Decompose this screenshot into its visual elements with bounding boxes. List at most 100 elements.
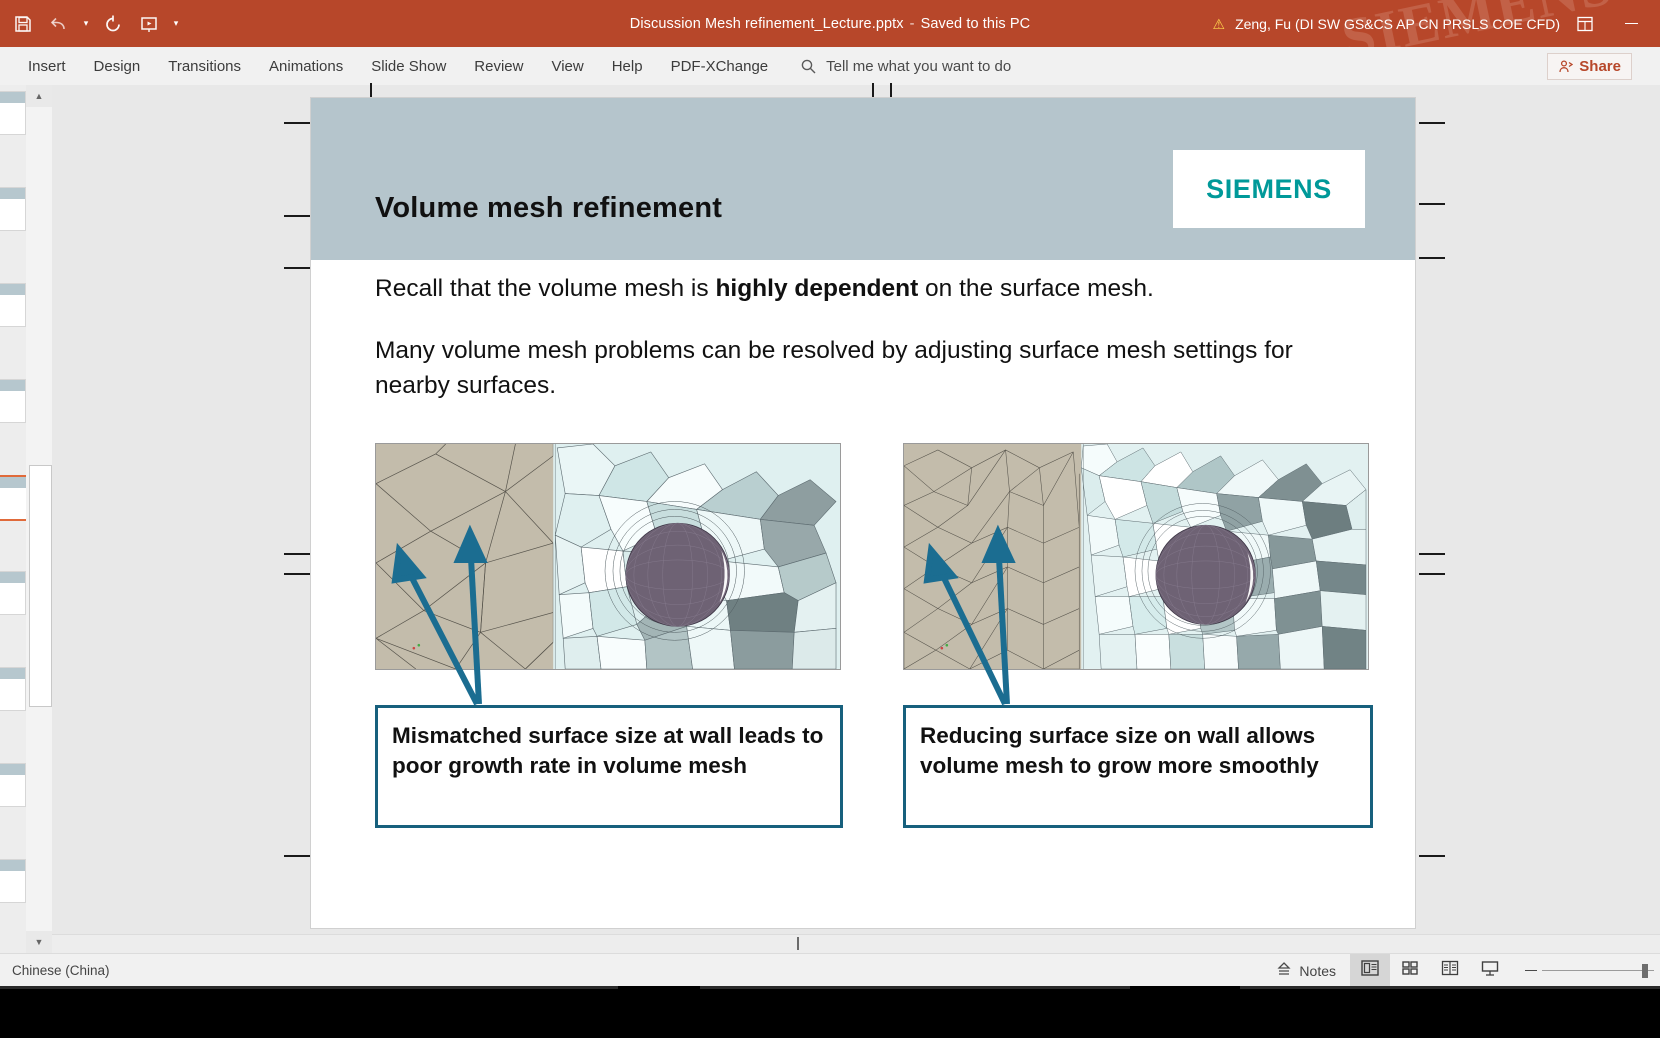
tab-design[interactable]: Design: [80, 54, 155, 79]
guide-mark: [1419, 573, 1445, 575]
guide-mark: [1419, 257, 1445, 259]
horizontal-scrollbar[interactable]: [52, 934, 1660, 953]
slideshow-view-icon: [1480, 959, 1500, 982]
tab-transitions[interactable]: Transitions: [154, 54, 255, 79]
guide-mark: [284, 855, 310, 857]
share-button[interactable]: Share: [1547, 52, 1632, 80]
slide-sorter-icon: [1400, 959, 1420, 982]
slide-thumbnail-pane[interactable]: [0, 85, 26, 953]
tell-me-placeholder: Tell me what you want to do: [826, 57, 1012, 75]
guide-mark: [1419, 122, 1445, 124]
redo-icon[interactable]: [96, 7, 130, 41]
slide-editing-area[interactable]: Volume mesh refinement SIEMENS Recall th…: [52, 83, 1660, 953]
list-item[interactable]: [0, 187, 26, 231]
title-bar-right: ⚠ Zeng, Fu (DI SW GS&CS AP CN PRSLS COE …: [1213, 0, 1660, 47]
chevron-down-icon[interactable]: ▼: [26, 931, 52, 953]
customize-qat-icon[interactable]: ▾: [168, 7, 184, 41]
share-person-icon: [1558, 59, 1574, 74]
status-bar: Chinese (China) Notes: [0, 953, 1660, 1038]
guide-mark: [1419, 203, 1445, 205]
thumbnail-scrollbar[interactable]: ▲ ▼: [26, 85, 53, 953]
list-item[interactable]: [0, 283, 26, 327]
list-item-selected[interactable]: [0, 475, 26, 521]
user-account-label[interactable]: Zeng, Fu (DI SW GS&CS AP CN PRSLS COE CF…: [1235, 16, 1560, 32]
list-item[interactable]: [0, 571, 26, 615]
view-slide-sorter[interactable]: [1390, 954, 1430, 987]
document-title: Discussion Mesh refinement_Lecture.pptx: [629, 15, 904, 32]
title-bar: SIEMENS ▾ ▾ Discussion Mesh refinement_L…: [0, 0, 1660, 47]
quick-access-toolbar: ▾ ▾: [0, 7, 184, 41]
paragraph-1-part-3: on the surface mesh.: [918, 275, 1154, 302]
scrollbar-thumb[interactable]: [29, 465, 52, 707]
list-item[interactable]: [0, 859, 26, 903]
tab-review[interactable]: Review: [460, 54, 537, 79]
callout-right[interactable]: Reducing surface size on wall allows vol…: [903, 705, 1373, 828]
list-item[interactable]: [0, 667, 26, 711]
paragraph-2: Many volume mesh problems can be resolve…: [375, 336, 1293, 399]
mesh-graphic: [376, 444, 840, 669]
paragraph-1-emphasis: highly dependent: [715, 275, 919, 302]
powerpoint-window: SIEMENS ▾ ▾ Discussion Mesh refinement_L…: [0, 0, 1660, 1038]
view-slideshow[interactable]: [1470, 954, 1510, 987]
status-bar-right: Notes: [1262, 954, 1660, 987]
list-item[interactable]: [0, 91, 26, 135]
text-cursor: [797, 937, 799, 950]
tab-animations[interactable]: Animations: [255, 54, 357, 79]
save-icon[interactable]: [6, 7, 40, 41]
chevron-up-icon[interactable]: ▲: [26, 85, 52, 107]
guide-mark: [284, 267, 310, 269]
workspace: ▲ ▼ Volume mesh refinement SIEMENS Recal…: [0, 83, 1660, 953]
guide-mark: [284, 122, 310, 124]
page-title[interactable]: Volume mesh refinement: [375, 192, 722, 225]
ribbon-tab-bar: Insert Design Transitions Animations Sli…: [0, 47, 1660, 86]
zoom-slider-handle[interactable]: [1642, 963, 1648, 978]
minimize-icon[interactable]: [1610, 9, 1652, 39]
notes-label: Notes: [1299, 962, 1336, 979]
view-reading[interactable]: [1430, 954, 1470, 987]
title-separator: -: [909, 15, 915, 32]
tab-insert[interactable]: Insert: [14, 54, 80, 79]
slide-body-text[interactable]: Recall that the volume mesh is highly de…: [375, 272, 1335, 430]
ribbon-tabs: Insert Design Transitions Animations Sli…: [0, 54, 782, 79]
guide-mark: [284, 573, 310, 575]
slide-canvas[interactable]: Volume mesh refinement SIEMENS Recall th…: [310, 97, 1416, 929]
mesh-graphic: [904, 444, 1368, 669]
share-label: Share: [1579, 57, 1621, 75]
os-taskbar: [0, 986, 1660, 1038]
reading-view-icon: [1440, 959, 1460, 982]
notes-icon: [1276, 961, 1292, 980]
callout-left[interactable]: Mismatched surface size at wall leads to…: [375, 705, 843, 828]
mesh-image-mismatched[interactable]: [375, 443, 841, 670]
list-item[interactable]: [0, 379, 26, 423]
guide-mark: [1419, 553, 1445, 555]
ribbon-overflow-icon[interactable]: [1636, 54, 1648, 78]
share-area: Share: [1547, 47, 1648, 85]
tab-help[interactable]: Help: [598, 54, 657, 79]
tab-pdf-xchange[interactable]: PDF-XChange: [657, 54, 783, 79]
notes-button[interactable]: Notes: [1262, 961, 1350, 980]
language-indicator[interactable]: Chinese (China): [0, 963, 110, 978]
undo-icon[interactable]: [42, 7, 76, 41]
tell-me-search[interactable]: Tell me what you want to do: [800, 58, 1011, 75]
zoom-slider[interactable]: [1542, 963, 1654, 978]
siemens-logo: SIEMENS: [1173, 150, 1365, 228]
search-icon: [800, 58, 817, 75]
paragraph-1-part-1: Recall that the volume mesh is: [375, 275, 716, 302]
zoom-control[interactable]: [1510, 963, 1660, 978]
callout-right-text: Reducing surface size on wall allows vol…: [920, 723, 1319, 778]
warning-triangle-icon: ⚠: [1212, 15, 1226, 32]
siemens-logo-text: SIEMENS: [1206, 173, 1332, 204]
guide-mark: [284, 553, 310, 555]
ribbon-display-options-icon[interactable]: [1570, 9, 1600, 39]
list-item[interactable]: [0, 763, 26, 807]
view-normal[interactable]: [1350, 954, 1390, 987]
guide-mark: [1419, 855, 1445, 857]
zoom-out-icon[interactable]: [1520, 969, 1542, 972]
tab-slide-show[interactable]: Slide Show: [357, 54, 460, 79]
start-presentation-icon[interactable]: [132, 7, 166, 41]
tab-view[interactable]: View: [537, 54, 597, 79]
paragraph-1: Recall that the volume mesh is highly de…: [375, 272, 1335, 307]
mesh-image-reduced[interactable]: [903, 443, 1369, 670]
undo-dropdown-icon[interactable]: ▾: [78, 7, 94, 41]
callout-left-text: Mismatched surface size at wall leads to…: [392, 723, 824, 778]
